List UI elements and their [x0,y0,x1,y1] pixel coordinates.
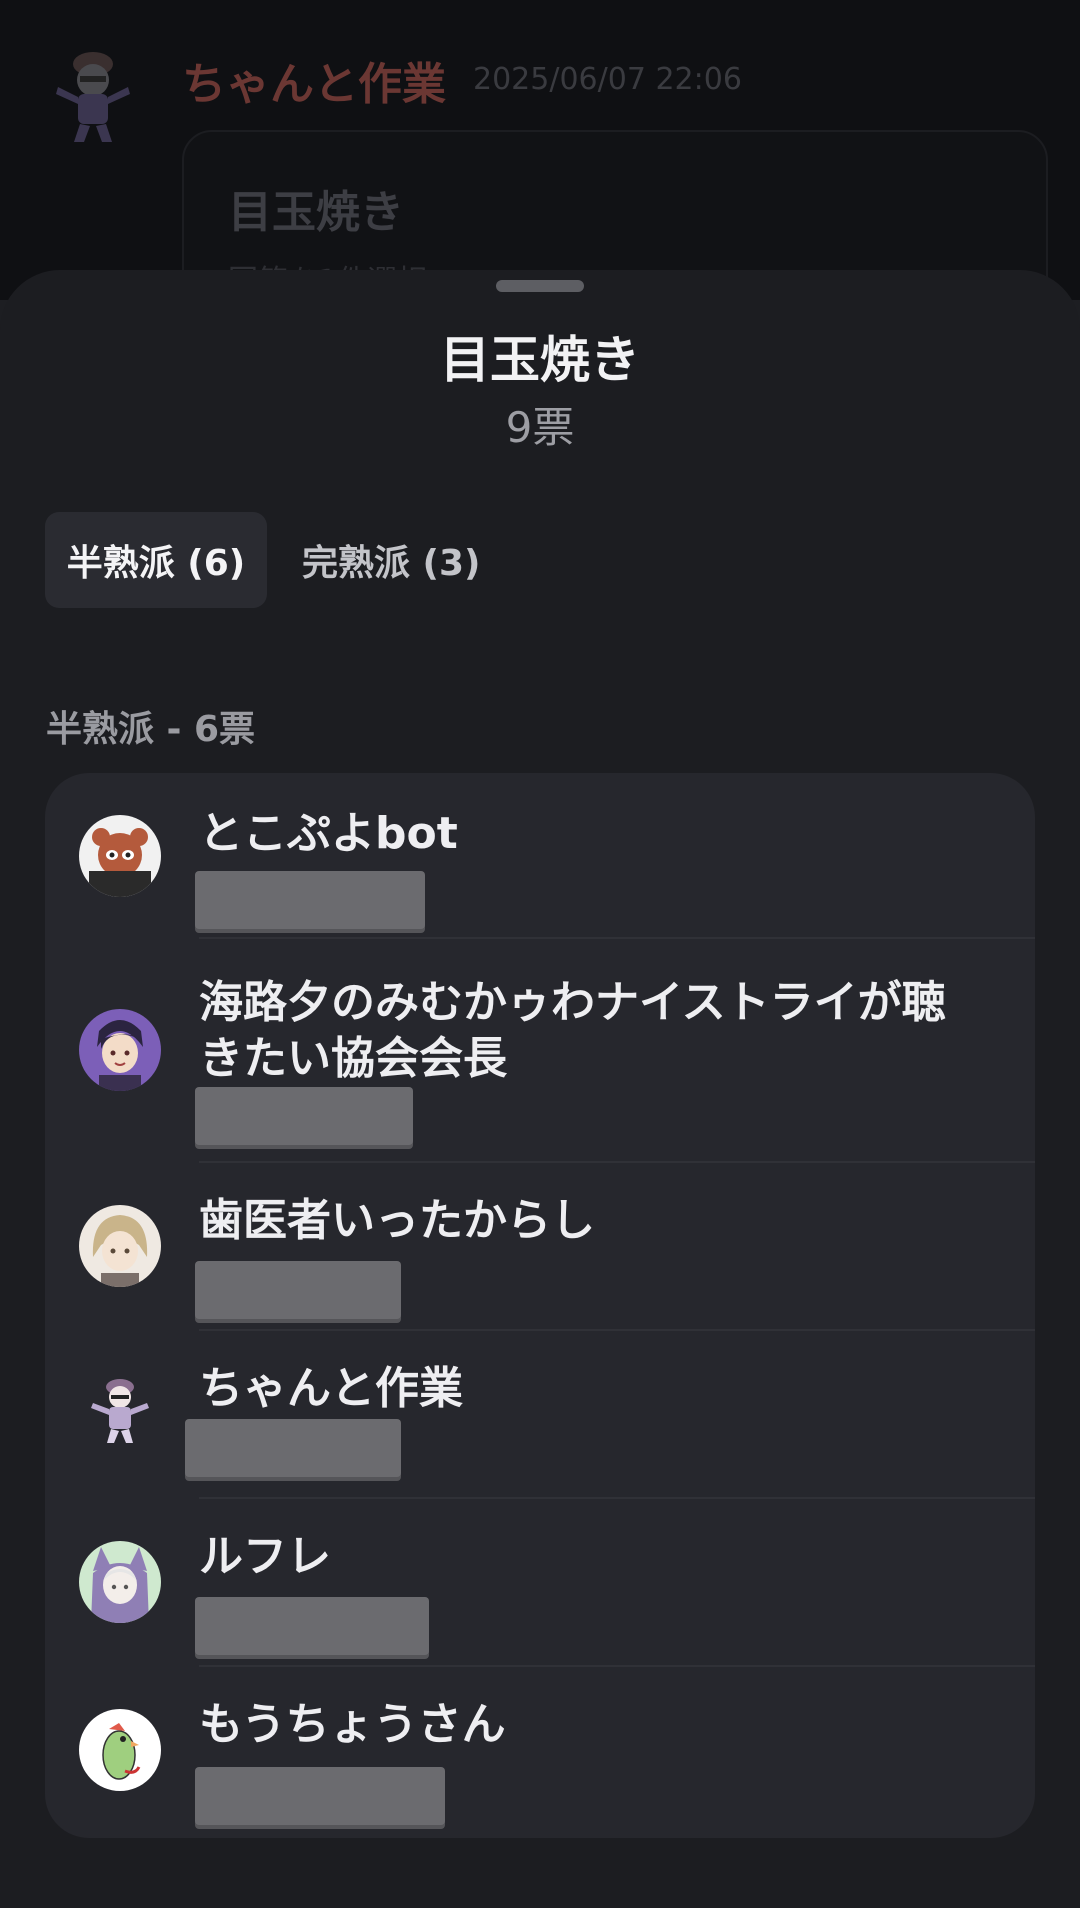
voter-name: ルフレ [199,1531,331,1582]
tab-hanjuku[interactable]: 半熟派 (6) [45,512,267,608]
avatar [79,1371,161,1453]
voter-name: 海路夕のみむかゥわナイストライが聴きたい協会会長 [199,977,946,1084]
poll-card-title: 目玉焼き [228,187,404,238]
avatar [79,1541,161,1623]
background-chat: ちゃんと作業 2025/06/07 22:06 目玉焼き 回答を1件選択 [0,0,1080,334]
avatar [79,1205,161,1287]
redacted-info [185,1419,401,1477]
total-votes: 9票 [505,403,575,452]
voter-row[interactable]: 歯医者いったからし [45,1163,1035,1331]
redacted-info [195,1087,413,1145]
voter-row[interactable]: とこぷよbot [45,773,1035,939]
redacted-info [195,1597,429,1655]
tab-kanjuku[interactable]: 完熟派 (3) [282,512,502,608]
voter-name: とこぷよbot [199,808,458,859]
voter-name: ちゃんと作業 [199,1363,463,1414]
section-header: 半熟派 - 6票 [46,709,256,750]
voter-list: とこぷよbot 海路夕のみむかゥわナイストライが聴きたい協会会長 歯医者いったか… [45,773,1035,1838]
message-timestamp: 2025/06/07 22:06 [473,62,742,97]
voter-row[interactable]: ルフレ [45,1499,1035,1667]
sheet-title: 目玉焼き [440,331,640,389]
voter-name: もうちょうさん [199,1699,506,1750]
avatar [79,815,161,897]
poll-results-sheet: 目玉焼き 9票 半熟派 (6) 完熟派 (3) 半熟派 - 6票 とこぷよbot… [0,270,1080,1908]
avatar [79,1009,161,1091]
author-name: ちゃんと作業 [182,59,446,110]
voter-row[interactable]: もうちょうさん [45,1667,1035,1838]
redacted-info [195,871,425,929]
redacted-info [195,1767,445,1825]
voter-row[interactable]: ちゃんと作業 [45,1331,1035,1499]
avatar [79,1709,161,1791]
author-avatar [48,42,138,152]
sheet-drag-handle[interactable] [496,280,584,292]
redacted-info [195,1261,401,1319]
voter-row[interactable]: 海路夕のみむかゥわナイストライが聴きたい協会会長 [45,939,1035,1163]
voter-name: 歯医者いったからし [199,1195,595,1246]
